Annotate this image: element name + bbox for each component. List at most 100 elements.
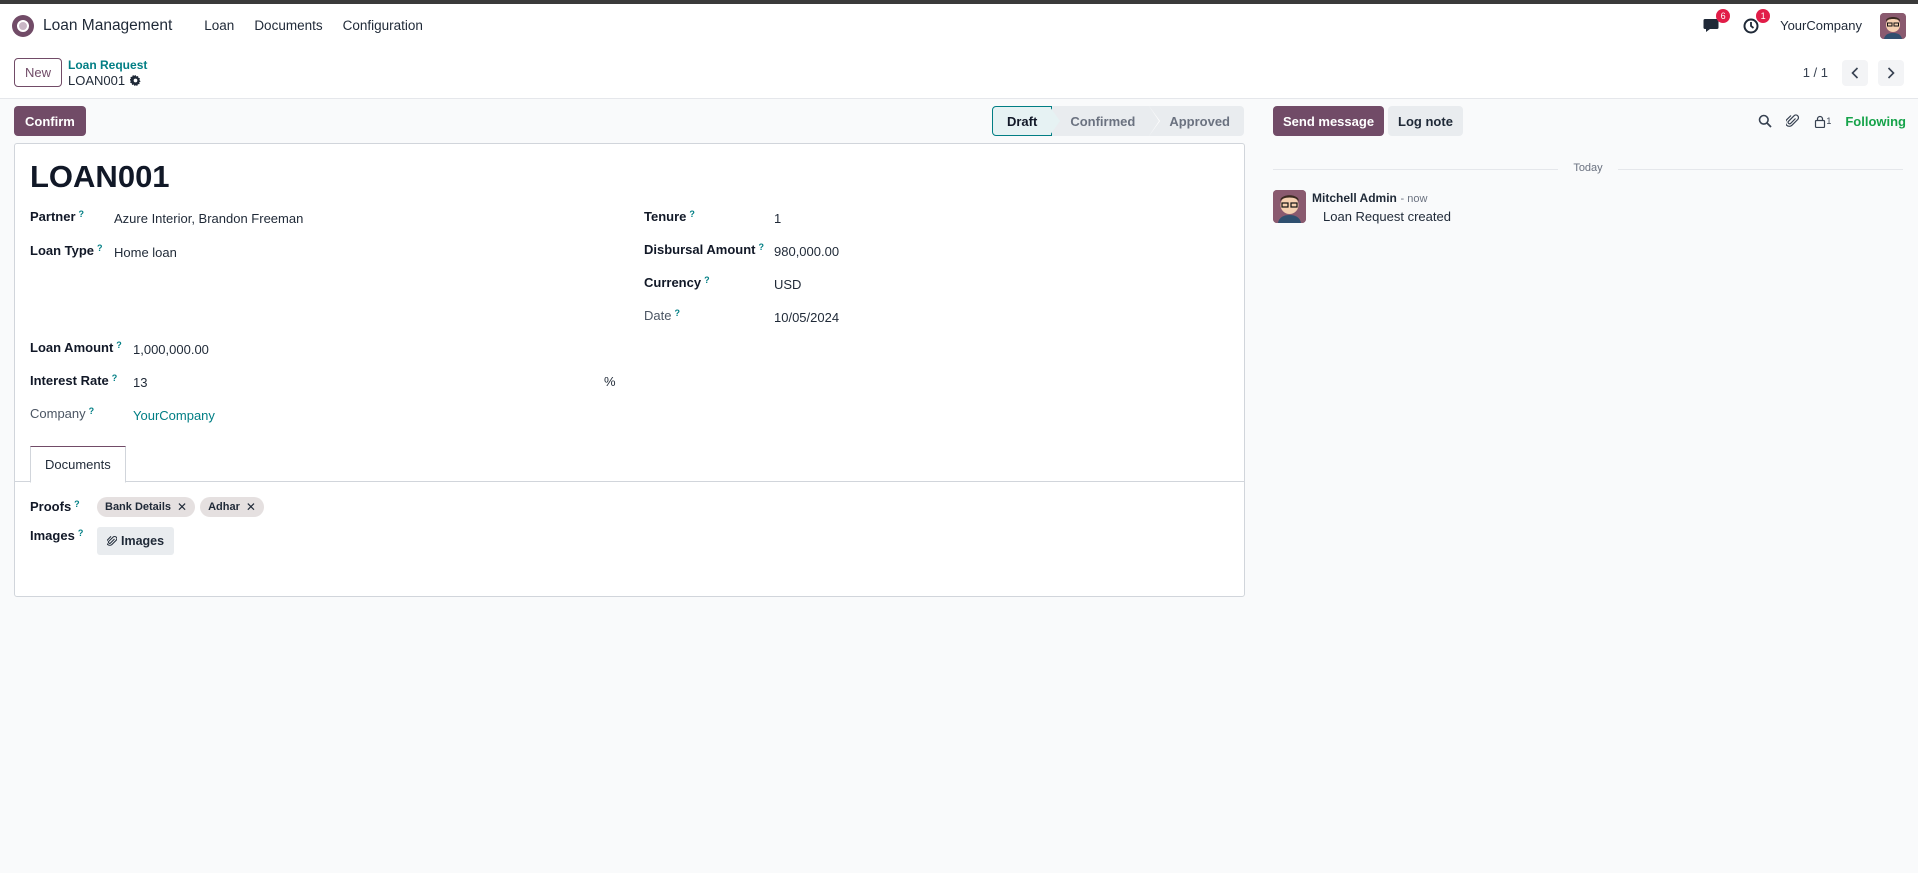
activities-badge: 1 — [1756, 8, 1771, 23]
disbursal-amount-value[interactable]: 980,000.00 — [774, 244, 839, 259]
interest-rate-unit: % — [604, 374, 616, 389]
date-value[interactable]: 10/05/2024 — [774, 310, 839, 325]
message-content: Mitchell Admin - now Loan Request create… — [1312, 190, 1451, 224]
company-switcher[interactable]: YourCompany — [1780, 18, 1862, 33]
help-icon[interactable]: ? — [112, 373, 118, 383]
systray: 6 1 YourCompany — [1700, 8, 1906, 39]
paperclip-icon — [107, 536, 117, 546]
images-field-label: Images? — [30, 528, 83, 543]
paperclip-icon[interactable] — [1786, 114, 1800, 128]
help-icon[interactable]: ? — [79, 209, 85, 219]
state-confirmed[interactable]: Confirmed — [1052, 106, 1161, 136]
tenure-value[interactable]: 1 — [774, 211, 781, 226]
partner-value[interactable]: Azure Interior, Brandon Freeman — [114, 211, 303, 226]
app-logo-icon[interactable] — [12, 14, 34, 37]
log-note-button[interactable]: Log note — [1388, 106, 1463, 136]
help-icon[interactable]: ? — [758, 242, 764, 252]
state-approved[interactable]: Approved — [1149, 106, 1244, 136]
partner-field-label: Partner? — [30, 209, 84, 224]
loan-type-label: Loan Type — [30, 243, 95, 258]
message-body: Loan Request created — [1323, 209, 1451, 224]
breadcrumb: Loan Request LOAN001 — [68, 58, 147, 88]
help-icon[interactable]: ? — [89, 406, 95, 416]
company-field-label: Company? — [30, 406, 94, 421]
breadcrumb-current: LOAN001 — [68, 73, 147, 88]
app-name[interactable]: Loan Management — [43, 17, 172, 35]
help-icon[interactable]: ? — [689, 209, 695, 219]
control-panel: New Loan Request LOAN001 1 / 1 — [0, 47, 1918, 99]
chatter: Send message Log note 1 Following Today … — [1273, 106, 1918, 224]
proofs-label: Proofs — [30, 499, 72, 514]
disbursal-amount-label: Disbursal Amount — [644, 242, 756, 257]
messages-icon[interactable]: 6 — [1700, 8, 1731, 37]
disbursal-amount-field-label: Disbursal Amount? — [644, 242, 764, 257]
partner-label: Partner — [30, 209, 76, 224]
chatter-message: Mitchell Admin - now Loan Request create… — [1273, 190, 1451, 224]
help-icon[interactable]: ? — [116, 340, 122, 350]
loan-type-field-label: Loan Type? — [30, 243, 103, 258]
pager-previous-button[interactable] — [1842, 59, 1868, 86]
tenure-label: Tenure — [644, 209, 687, 224]
proofs-tags: Bank Details ✕ Adhar ✕ — [97, 497, 269, 517]
chevron-left-icon — [1851, 66, 1859, 79]
date-separator: Today — [1273, 162, 1903, 174]
help-icon[interactable]: ? — [704, 275, 710, 285]
tab-documents[interactable]: Documents — [30, 446, 126, 483]
images-label: Images — [30, 528, 75, 543]
company-value-link[interactable]: YourCompany — [133, 408, 215, 423]
date-label: Date — [644, 308, 672, 323]
new-button[interactable]: New — [14, 58, 63, 87]
search-icon[interactable] — [1758, 114, 1772, 128]
following-button[interactable]: Following — [1845, 114, 1906, 129]
nav-item-documents[interactable]: Documents — [244, 18, 332, 33]
breadcrumb-parent-link[interactable]: Loan Request — [68, 58, 147, 73]
help-icon[interactable]: ? — [74, 499, 80, 509]
currency-value[interactable]: USD — [774, 277, 801, 292]
author-avatar[interactable] — [1273, 190, 1306, 223]
pager-next-button[interactable] — [1878, 59, 1904, 86]
nav-item-configuration[interactable]: Configuration — [333, 18, 433, 33]
chatter-topbar: Send message Log note 1 Following — [1273, 106, 1918, 136]
loan-amount-value[interactable]: 1,000,000.00 — [133, 342, 209, 357]
form-sheet: LOAN001 Partner? Azure Interior, Brandon… — [14, 143, 1245, 597]
tag-bank-details[interactable]: Bank Details ✕ — [97, 497, 196, 517]
tenure-field-label: Tenure? — [644, 209, 695, 224]
interest-rate-value[interactable]: 13 — [133, 375, 147, 390]
interest-rate-label: Interest Rate — [30, 373, 109, 388]
tag-label: Bank Details — [105, 501, 172, 513]
nav-item-loan[interactable]: Loan — [194, 18, 244, 33]
activity-clock-icon[interactable]: 1 — [1740, 8, 1771, 37]
followers-button[interactable]: 1 — [1814, 115, 1831, 128]
help-icon[interactable]: ? — [674, 308, 680, 318]
confirm-button[interactable]: Confirm — [14, 106, 86, 136]
remove-tag-icon[interactable]: ✕ — [177, 500, 187, 514]
follower-count: 1 — [1826, 116, 1832, 126]
pager-value[interactable]: 1 / 1 — [1803, 65, 1828, 80]
gear-icon[interactable] — [130, 74, 141, 86]
proofs-field-label: Proofs? — [30, 499, 80, 514]
help-icon[interactable]: ? — [97, 243, 103, 253]
remove-tag-icon[interactable]: ✕ — [246, 500, 256, 514]
pager: 1 / 1 — [1803, 59, 1904, 86]
user-avatar[interactable] — [1880, 12, 1906, 39]
loan-type-value[interactable]: Home loan — [114, 245, 177, 260]
status-pipeline: Draft Confirmed Approved — [991, 106, 1244, 136]
state-draft[interactable]: Draft — [991, 106, 1063, 136]
breadcrumb-current-label: LOAN001 — [68, 72, 126, 88]
chatter-tools: 1 Following — [1758, 114, 1918, 129]
images-button-label: Images — [121, 534, 165, 548]
state-confirmed-label: Confirmed — [1070, 113, 1136, 129]
message-time: - now — [1400, 193, 1428, 205]
nav-menu: Loan Documents Configuration — [194, 18, 433, 33]
tag-label: Adhar — [208, 501, 240, 513]
notebook-tabs: Documents — [15, 446, 1244, 483]
record-title[interactable]: LOAN001 — [30, 159, 170, 195]
images-upload-button[interactable]: Images — [97, 527, 175, 555]
interest-rate-field-label: Interest Rate? — [30, 373, 117, 388]
send-message-button[interactable]: Send message — [1273, 106, 1385, 136]
tag-adhar[interactable]: Adhar ✕ — [200, 497, 264, 517]
company-label: Company — [30, 406, 86, 421]
state-draft-label: Draft — [1006, 113, 1038, 129]
message-author[interactable]: Mitchell Admin — [1312, 191, 1397, 205]
help-icon[interactable]: ? — [78, 528, 84, 538]
